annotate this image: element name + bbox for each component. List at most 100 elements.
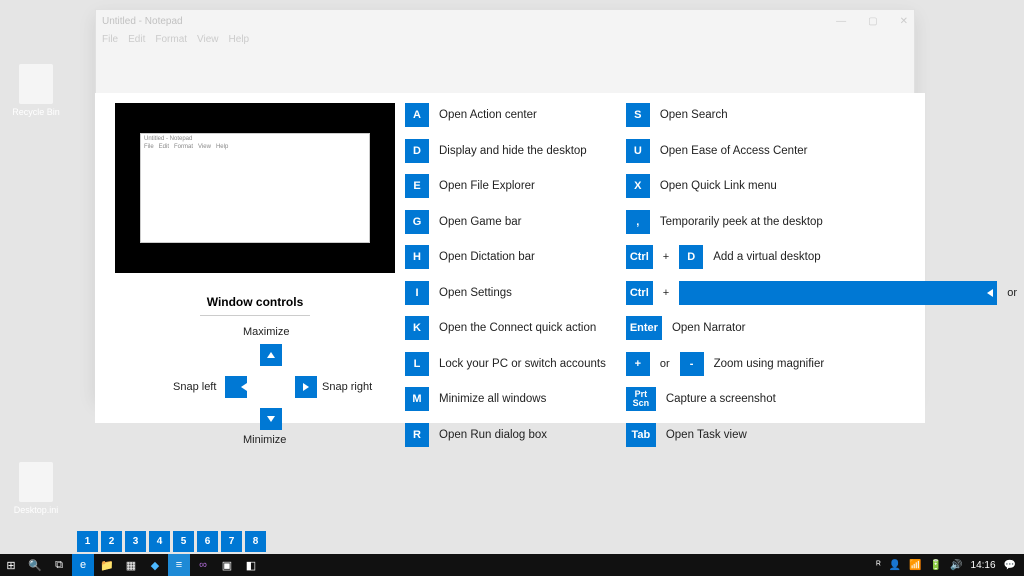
visual-studio-icon[interactable]: ∞ bbox=[192, 554, 214, 576]
maximize-label: Maximize bbox=[243, 326, 289, 338]
key-ctrl2: Ctrl bbox=[626, 281, 653, 305]
demo-thumbnail: Untitled - Notepad File Edit Format View… bbox=[115, 103, 395, 273]
key-g: G bbox=[405, 210, 429, 234]
volume-icon[interactable]: 🔊 bbox=[950, 560, 962, 571]
numkey-3: 3 bbox=[125, 531, 146, 552]
plus-text: + bbox=[663, 287, 669, 299]
shortcut-column-1: A Open Action center D Display and hide th… bbox=[405, 103, 606, 413]
notepad-menu: File Edit Format View Help bbox=[96, 32, 914, 47]
shortcut-desc: Open Game bar bbox=[439, 216, 521, 228]
key-x: X bbox=[626, 174, 650, 198]
key-r: R bbox=[405, 423, 429, 447]
shortcut-desc: Open the Connect quick action bbox=[439, 322, 596, 334]
notepad-title: Untitled - Notepad bbox=[102, 16, 183, 27]
shortcut-desc: Open Quick Link menu bbox=[660, 180, 777, 192]
key-prtscn: Prt Scn bbox=[626, 387, 656, 411]
arrow-up-key bbox=[260, 344, 282, 366]
menu-file[interactable]: File bbox=[102, 34, 118, 45]
or-text: or bbox=[660, 358, 670, 370]
key-comma: , bbox=[626, 210, 650, 234]
shortcut-desc: Minimize all windows bbox=[439, 393, 546, 405]
menu-view[interactable]: View bbox=[197, 34, 219, 45]
demo-title: Untitled - Notepad bbox=[141, 134, 369, 144]
arrow-right-key bbox=[295, 376, 317, 398]
wifi-icon[interactable]: 📶 bbox=[909, 560, 921, 571]
shortcut-desc: Open Dictation bar bbox=[439, 251, 535, 263]
key-k: K bbox=[405, 316, 429, 340]
shortcut-desc: Open Settings bbox=[439, 287, 512, 299]
key-m: M bbox=[405, 387, 429, 411]
vscode-icon[interactable]: ≡ bbox=[168, 554, 190, 576]
arrow-down-key bbox=[260, 408, 282, 430]
chevron-down-icon bbox=[267, 416, 275, 422]
key-e: E bbox=[405, 174, 429, 198]
key-d2: D bbox=[679, 245, 703, 269]
shortcut-desc: Open Run dialog box bbox=[439, 429, 547, 441]
people-icon[interactable]: 👤 bbox=[889, 560, 901, 571]
key-i: I bbox=[405, 281, 429, 305]
app-icon[interactable]: ▦ bbox=[120, 554, 142, 576]
menu-format[interactable]: Format bbox=[155, 34, 187, 45]
tips-app: Untitled - Notepad File Edit Format View… bbox=[95, 93, 925, 423]
key-enter: Enter bbox=[626, 316, 662, 340]
search-icon[interactable]: 🔍 bbox=[24, 554, 46, 576]
shortcut-column-2: S Open Search U Open Ease of Access Center… bbox=[626, 103, 1024, 413]
tray-chevron-icon[interactable]: ᴿ bbox=[876, 560, 881, 571]
window-controls: — ▢ ✕ bbox=[836, 16, 908, 27]
key-ctrl: Ctrl bbox=[626, 245, 653, 269]
close-icon[interactable]: ✕ bbox=[900, 16, 908, 27]
maximize-icon[interactable]: ▢ bbox=[868, 16, 877, 27]
key-u: U bbox=[626, 139, 650, 163]
shortcut-desc: Add a virtual desktop bbox=[713, 251, 820, 263]
divider bbox=[200, 315, 310, 316]
chevron-right-icon bbox=[303, 383, 309, 391]
key-d: D bbox=[405, 139, 429, 163]
numkey-2: 2 bbox=[101, 531, 122, 552]
chevron-up-icon bbox=[267, 352, 275, 358]
desktop-ini-label: Desktop.ini bbox=[6, 505, 66, 515]
chevron-left-icon bbox=[225, 383, 247, 391]
shortcut-row: A Open Action center bbox=[405, 103, 606, 127]
edge-icon[interactable]: e bbox=[72, 554, 94, 576]
file-explorer-icon[interactable]: 📁 bbox=[96, 554, 118, 576]
key-plus: + bbox=[626, 352, 650, 376]
shortcut-desc: Open Narrator bbox=[672, 322, 746, 334]
recycle-bin-icon[interactable]: Recycle Bin bbox=[6, 64, 66, 117]
window-controls-diagram: Maximize Snap left Snap right Minimize bbox=[115, 326, 395, 466]
recycle-bin-label: Recycle Bin bbox=[6, 107, 66, 117]
menu-edit[interactable]: Edit bbox=[128, 34, 145, 45]
shortcut-desc: Open Action center bbox=[439, 109, 537, 121]
key-s: S bbox=[626, 103, 650, 127]
numkey-8: 8 bbox=[245, 531, 266, 552]
key-h: H bbox=[405, 245, 429, 269]
minimize-icon[interactable]: — bbox=[836, 16, 846, 27]
taskbar-number-hints: 1 2 3 4 5 6 7 8 bbox=[77, 531, 266, 552]
shortcut-desc: Display and hide the desktop bbox=[439, 145, 587, 157]
key-arrow-left bbox=[679, 281, 997, 305]
numkey-4: 4 bbox=[149, 531, 170, 552]
shortcut-desc: Open Ease of Access Center bbox=[660, 145, 808, 157]
shortcut-desc: Zoom using magnifier bbox=[714, 358, 825, 370]
clock[interactable]: 14:16 bbox=[971, 560, 996, 571]
window-controls-heading: Window controls bbox=[115, 295, 395, 309]
shortcut-desc: Open File Explorer bbox=[439, 180, 535, 192]
arrow-left-key bbox=[225, 376, 247, 398]
app-icon-2[interactable]: ◆ bbox=[144, 554, 166, 576]
key-a: A bbox=[405, 103, 429, 127]
menu-help[interactable]: Help bbox=[229, 34, 250, 45]
desktop-ini-icon[interactable]: Desktop.ini bbox=[6, 462, 66, 515]
start-button[interactable]: ⊞ bbox=[0, 554, 22, 576]
battery-icon[interactable]: 🔋 bbox=[930, 560, 942, 571]
plus-text: + bbox=[663, 251, 669, 263]
app-icon-3[interactable]: ▣ bbox=[216, 554, 238, 576]
file-icon bbox=[19, 462, 53, 502]
shortcut-desc: Open Task view bbox=[666, 429, 747, 441]
notifications-icon[interactable]: 💬 bbox=[1004, 560, 1016, 571]
shortcut-desc: Open Search bbox=[660, 109, 728, 121]
task-view-icon[interactable]: ⧉ bbox=[48, 554, 70, 576]
taskbar[interactable]: ⊞ 🔍 ⧉ e 📁 ▦ ◆ ≡ ∞ ▣ ◧ ᴿ 👤 📶 🔋 🔊 14:16 💬 bbox=[0, 554, 1024, 576]
minimize-label: Minimize bbox=[243, 434, 286, 446]
app-icon-4[interactable]: ◧ bbox=[240, 554, 262, 576]
shortcut-desc: Lock your PC or switch accounts bbox=[439, 358, 606, 370]
shortcut-desc: Temporarily peek at the desktop bbox=[660, 216, 823, 228]
